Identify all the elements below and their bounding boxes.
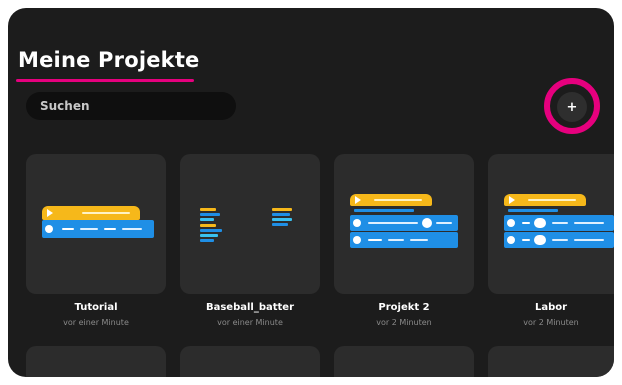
motor-icon — [353, 236, 361, 244]
motor-icon — [353, 219, 361, 227]
motor-icon — [507, 236, 515, 244]
title-underline — [16, 79, 194, 82]
project-modified-time: vor einer Minute — [217, 318, 283, 327]
event-block — [350, 194, 432, 206]
motor-block — [350, 215, 458, 231]
play-icon — [47, 209, 53, 217]
project-modified-time: vor 2 Minuten — [523, 318, 579, 327]
project-modified-time: vor 2 Minuten — [376, 318, 432, 327]
project-card-baseball-batter[interactable] — [180, 154, 320, 294]
play-icon — [355, 196, 361, 204]
add-project-button[interactable]: + — [557, 92, 587, 122]
project-card-labor[interactable] — [488, 154, 614, 294]
project-card-tutorial[interactable] — [26, 154, 166, 294]
plus-icon: + — [566, 99, 578, 115]
search-bar[interactable] — [26, 92, 236, 120]
motor-icon — [45, 225, 53, 233]
project-card-partial[interactable] — [334, 346, 474, 377]
motor-block — [350, 232, 458, 248]
motor-icon — [507, 219, 515, 227]
project-card-projekt-2[interactable] — [334, 154, 474, 294]
page-title: Meine Projekte — [18, 48, 200, 72]
project-card-partial[interactable] — [488, 346, 614, 377]
play-icon — [509, 196, 515, 204]
project-card-partial[interactable] — [26, 346, 166, 377]
project-card-partial[interactable] — [180, 346, 320, 377]
project-title: Projekt 2 — [378, 302, 430, 313]
project-title: Tutorial — [74, 302, 118, 313]
search-input[interactable] — [38, 98, 224, 114]
motor-block — [42, 220, 154, 238]
project-title: Baseball_batter — [205, 302, 295, 313]
motor-block — [504, 215, 614, 231]
event-block — [504, 194, 586, 206]
motor-block — [504, 232, 614, 248]
project-modified-time: vor einer Minute — [63, 318, 129, 327]
app-screen: Meine Projekte + Tutorial vor einer Minu… — [8, 8, 614, 377]
event-block — [42, 206, 140, 220]
project-title: Labor — [534, 302, 568, 313]
